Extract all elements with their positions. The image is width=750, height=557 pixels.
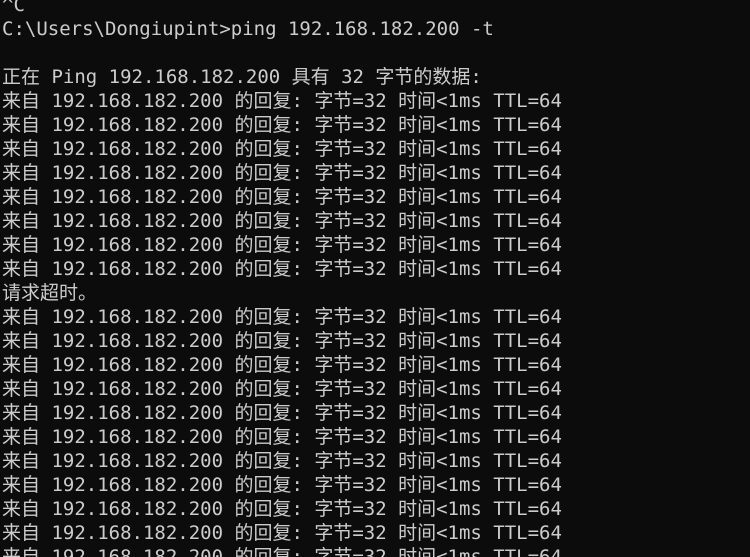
terminal-line-command: C:\Users\Dongiupint>ping 192.168.182.200… [2,18,494,40]
terminal-line-ping-header: 正在 Ping 192.168.182.200 具有 32 字节的数据: [2,66,482,88]
terminal-line-reply: 来自 192.168.182.200 的回复: 字节=32 时间<1ms TTL… [2,402,562,424]
terminal-output[interactable]: ^C C:\Users\Dongiupint>ping 192.168.182.… [0,0,750,557]
terminal-line-reply: 来自 192.168.182.200 的回复: 字节=32 时间<1ms TTL… [2,378,562,400]
terminal-line-reply: 来自 192.168.182.200 的回复: 字节=32 时间<1ms TTL… [2,354,562,376]
terminal-line-reply: 来自 192.168.182.200 的回复: 字节=32 时间<1ms TTL… [2,474,562,496]
terminal-line-reply: 来自 192.168.182.200 的回复: 字节=32 时间<1ms TTL… [2,426,562,448]
terminal-line-reply: 来自 192.168.182.200 的回复: 字节=32 时间<1ms TTL… [2,306,562,328]
terminal-line-reply: 来自 192.168.182.200 的回复: 字节=32 时间<1ms TTL… [2,522,562,544]
terminal-line-reply: 来自 192.168.182.200 的回复: 字节=32 时间<1ms TTL… [2,162,562,184]
terminal-line-reply: 来自 192.168.182.200 的回复: 字节=32 时间<1ms TTL… [2,114,562,136]
terminal-line-interrupt: ^C [2,0,25,16]
terminal-line-reply: 来自 192.168.182.200 的回复: 字节=32 时间<1ms TTL… [2,90,562,112]
terminal-line-reply: 来自 192.168.182.200 的回复: 字节=32 时间<1ms TTL… [2,546,562,557]
terminal-line-reply: 来自 192.168.182.200 的回复: 字节=32 时间<1ms TTL… [2,330,562,352]
terminal-line-reply: 来自 192.168.182.200 的回复: 字节=32 时间<1ms TTL… [2,258,562,280]
terminal-line-reply: 来自 192.168.182.200 的回复: 字节=32 时间<1ms TTL… [2,234,562,256]
terminal-line-reply: 来自 192.168.182.200 的回复: 字节=32 时间<1ms TTL… [2,138,562,160]
terminal-line-reply: 来自 192.168.182.200 的回复: 字节=32 时间<1ms TTL… [2,210,562,232]
terminal-line-reply: 来自 192.168.182.200 的回复: 字节=32 时间<1ms TTL… [2,450,562,472]
terminal-line-timeout: 请求超时。 [2,282,98,304]
terminal-line-reply: 来自 192.168.182.200 的回复: 字节=32 时间<1ms TTL… [2,498,562,520]
terminal-line-reply: 来自 192.168.182.200 的回复: 字节=32 时间<1ms TTL… [2,186,562,208]
